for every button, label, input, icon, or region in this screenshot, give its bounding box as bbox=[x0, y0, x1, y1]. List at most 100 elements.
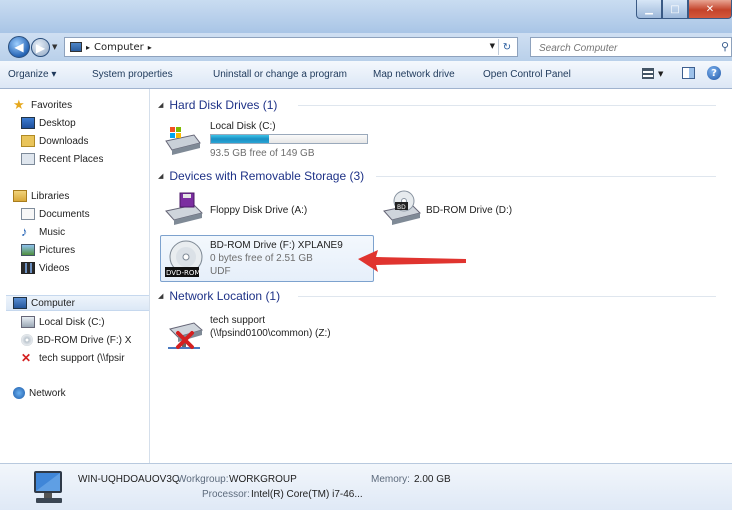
sidebar-item-bdrom-f[interactable]: BD-ROM Drive (F:) X bbox=[21, 332, 149, 348]
sidebar-item-computer[interactable]: Computer bbox=[6, 295, 149, 311]
breadcrumb-chevron-icon[interactable]: ▸ bbox=[148, 43, 152, 52]
disc-icon bbox=[21, 334, 33, 346]
sidebar-item-downloads[interactable]: Downloads bbox=[21, 133, 88, 149]
disconnected-network-drive-icon: ✕ bbox=[21, 351, 32, 365]
memory-label: Memory: bbox=[371, 474, 410, 485]
view-dropdown-icon[interactable]: ▼ bbox=[658, 70, 663, 78]
workgroup-label: Workgroup: bbox=[177, 474, 229, 485]
group-header-network-location[interactable]: ◢ Network Location (1) bbox=[158, 288, 280, 304]
command-bar: Organize ▾ System properties Uninstall o… bbox=[0, 61, 732, 89]
music-icon: ♪ bbox=[21, 224, 28, 239]
group-header-hard-disk-drives[interactable]: ◢ Hard Disk Drives (1) bbox=[158, 97, 277, 113]
sidebar-item-network[interactable]: Network bbox=[13, 385, 66, 401]
network-icon bbox=[13, 387, 25, 399]
address-bar[interactable]: ▸ Computer ▸ ▼ ↻ bbox=[64, 37, 518, 57]
sidebar-item-libraries[interactable]: Libraries bbox=[13, 188, 69, 204]
computer-icon bbox=[34, 471, 62, 503]
open-control-panel-button[interactable]: Open Control Panel bbox=[483, 69, 571, 80]
sidebar-item-local-disk[interactable]: Local Disk (C:) bbox=[21, 314, 149, 330]
documents-icon bbox=[21, 208, 35, 220]
collapse-triangle-icon[interactable]: ◢ bbox=[158, 101, 163, 109]
drive-local-disk-c[interactable]: Local Disk (C:) 93.5 GB free of 149 GB bbox=[162, 117, 374, 161]
drive-bdrom-f-selected[interactable]: DVD-ROM BD-ROM Drive (F:) XPLANE9 0 byte… bbox=[160, 235, 374, 282]
drive-file-system: UDF bbox=[210, 266, 231, 277]
minimize-button[interactable]: ▁ bbox=[636, 0, 662, 19]
sidebar-label: Documents bbox=[39, 208, 90, 220]
change-view-icon[interactable] bbox=[642, 68, 654, 79]
memory-value: 2.00 GB bbox=[414, 474, 451, 485]
sidebar-item-videos[interactable]: Videos bbox=[21, 260, 69, 276]
sidebar-label: Desktop bbox=[39, 117, 76, 129]
sidebar-label: BD-ROM Drive (F:) X bbox=[37, 334, 132, 346]
star-icon: ★ bbox=[13, 97, 25, 112]
hard-drive-icon bbox=[21, 316, 35, 328]
back-button[interactable]: ◀ bbox=[8, 36, 30, 58]
refresh-icon[interactable]: ↻ bbox=[498, 39, 515, 55]
drive-name: BD-ROM Drive (D:) bbox=[426, 205, 513, 216]
forward-button[interactable]: ▶ bbox=[31, 38, 50, 57]
title-bar[interactable]: ▁ □ ✕ bbox=[0, 0, 732, 33]
processor-value: Intel(R) Core(TM) i7-46... bbox=[251, 489, 363, 500]
search-icon[interactable]: ⚲ bbox=[721, 40, 729, 53]
drive-network-tech-support[interactable]: tech support (\\fpsind0100\common) (Z:) bbox=[162, 309, 362, 353]
sidebar-label: Recent Places bbox=[39, 153, 104, 165]
sidebar-label: Pictures bbox=[39, 244, 76, 256]
recent-places-icon bbox=[21, 153, 35, 165]
map-network-drive-button[interactable]: Map network drive bbox=[373, 69, 455, 80]
navigation-row: ◀ ▶ ▼ ▸ Computer ▸ ▼ ↻ ⚲ bbox=[0, 33, 732, 61]
maximize-button[interactable]: □ bbox=[662, 0, 688, 19]
dvd-disc-icon: DVD-ROM bbox=[165, 240, 203, 277]
drive-floppy-a[interactable]: Floppy Disk Drive (A:) bbox=[162, 189, 362, 227]
network-drive-icon bbox=[168, 322, 204, 349]
sidebar-item-music[interactable]: ♪ Music bbox=[21, 224, 65, 240]
drive-name: Local Disk (C:) bbox=[210, 121, 276, 132]
computer-icon bbox=[13, 297, 27, 309]
drive-path: (\\fpsind0100\common) (Z:) bbox=[210, 328, 331, 339]
drive-free-space: 93.5 GB free of 149 GB bbox=[210, 148, 315, 159]
floppy-drive-icon bbox=[165, 192, 203, 225]
content-pane: ◢ Hard Disk Drives (1) Local Disk (C:) 9… bbox=[150, 89, 732, 463]
group-title: Hard Disk Drives (1) bbox=[169, 98, 278, 112]
sidebar-item-documents[interactable]: Documents bbox=[21, 206, 90, 222]
pictures-icon bbox=[21, 244, 35, 256]
sidebar-item-favorites[interactable]: ★ Favorites bbox=[13, 97, 72, 113]
group-divider bbox=[298, 296, 716, 297]
processor-label: Processor: bbox=[202, 489, 250, 500]
sidebar-item-pictures[interactable]: Pictures bbox=[21, 242, 75, 258]
desktop-icon bbox=[21, 117, 35, 129]
recent-pages-dropdown-icon[interactable]: ▼ bbox=[52, 43, 57, 51]
sidebar-item-tech-support[interactable]: ✕ tech support (\\fpsir bbox=[21, 350, 149, 366]
videos-icon bbox=[21, 262, 35, 274]
close-button[interactable]: ✕ bbox=[688, 0, 732, 19]
sidebar-label: Local Disk (C:) bbox=[39, 316, 105, 328]
drive-name: tech support bbox=[210, 315, 266, 326]
collapse-triangle-icon[interactable]: ◢ bbox=[158, 172, 163, 180]
breadcrumb-separator-icon[interactable]: ▸ bbox=[86, 43, 90, 52]
bd-label: BD bbox=[397, 204, 406, 211]
group-header-removable-storage[interactable]: ◢ Devices with Removable Storage (3) bbox=[158, 168, 364, 184]
uninstall-program-button[interactable]: Uninstall or change a program bbox=[213, 69, 347, 80]
group-title: Network Location (1) bbox=[169, 289, 281, 303]
address-dropdown-icon[interactable]: ▼ bbox=[490, 42, 495, 50]
group-title: Devices with Removable Storage (3) bbox=[169, 169, 365, 183]
search-box[interactable]: ⚲ bbox=[530, 37, 732, 57]
breadcrumb-computer[interactable]: Computer bbox=[94, 42, 144, 53]
bd-drive-icon: BD bbox=[383, 190, 421, 225]
organize-button[interactable]: Organize ▾ bbox=[8, 69, 56, 80]
downloads-icon bbox=[21, 135, 35, 147]
hard-drive-icon bbox=[165, 127, 201, 155]
caption-buttons: ▁ □ ✕ bbox=[636, 0, 732, 19]
sidebar-item-desktop[interactable]: Desktop bbox=[21, 115, 76, 131]
sidebar-label: Favorites bbox=[31, 99, 73, 111]
dvd-label: DVD-ROM bbox=[166, 269, 200, 277]
preview-pane-icon[interactable] bbox=[682, 67, 695, 79]
collapse-triangle-icon[interactable]: ◢ bbox=[158, 292, 163, 300]
workgroup-value: WORKGROUP bbox=[229, 474, 297, 485]
drive-bdrom-d[interactable]: BD BD-ROM Drive (D:) bbox=[380, 189, 580, 227]
sidebar-item-recent-places[interactable]: Recent Places bbox=[21, 151, 103, 167]
search-input[interactable] bbox=[537, 39, 711, 57]
explorer-window: ▁ □ ✕ ◀ ▶ ▼ ▸ Computer ▸ ▼ ↻ ⚲ Organize … bbox=[0, 0, 732, 510]
sidebar-label: Downloads bbox=[39, 135, 89, 147]
system-properties-button[interactable]: System properties bbox=[92, 69, 173, 80]
help-icon[interactable]: ? bbox=[707, 66, 721, 80]
